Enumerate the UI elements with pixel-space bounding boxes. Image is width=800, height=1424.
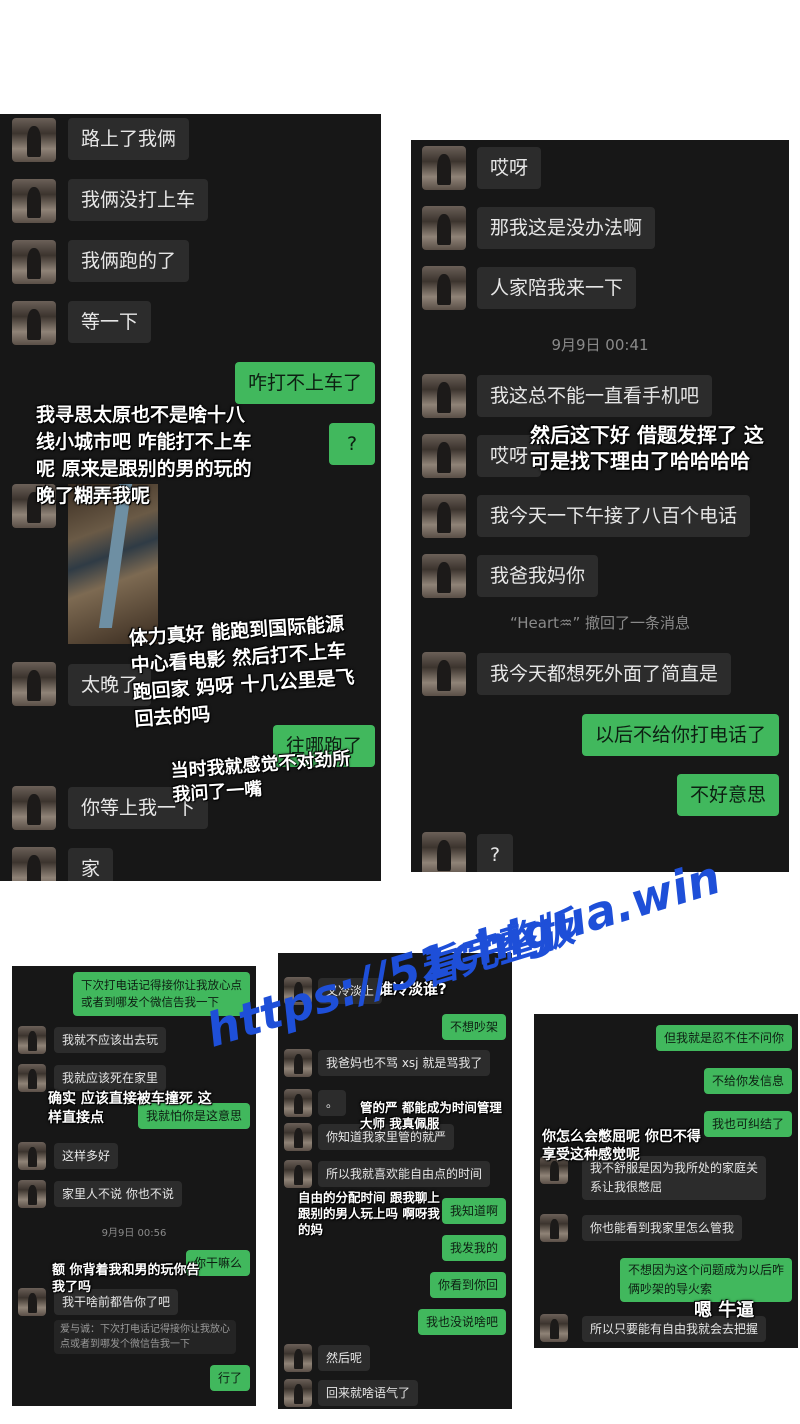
message-bubble: 我发我的	[441, 1235, 506, 1261]
avatar[interactable]	[12, 240, 56, 284]
avatar[interactable]	[284, 1089, 312, 1117]
avatar[interactable]	[284, 1379, 312, 1407]
message-bubble: 我知道啊	[441, 1198, 506, 1224]
caption-overlay: 额 你背着我和男的玩你告 我了吗	[52, 1263, 200, 1295]
message-bubble: 行了	[209, 1365, 250, 1391]
message-bubble: 这样多好	[54, 1143, 119, 1169]
avatar[interactable]	[422, 554, 466, 598]
message-bubble: 路上了我俩	[68, 118, 190, 160]
message-bubble: 我也没说啥吧	[417, 1309, 506, 1335]
avatar[interactable]	[422, 146, 466, 190]
avatar[interactable]	[422, 266, 466, 310]
message-bubble: 家	[68, 848, 114, 881]
avatar[interactable]	[284, 1123, 312, 1151]
avatar[interactable]	[284, 1160, 312, 1188]
message-bubble: 咋打不上车了	[234, 362, 375, 404]
avatar[interactable]	[422, 652, 466, 696]
message-bubble: 我俩跑的了	[68, 240, 190, 282]
avatar[interactable]	[12, 301, 56, 345]
message-bubble: 你也能看到我家里怎么管我	[582, 1215, 743, 1241]
caption-overlay: 管的严 都能成为时间管理 大师 我真佩服	[360, 1100, 502, 1131]
message-bubble: 我今天都想死外面了简直是	[477, 653, 732, 695]
chat-screenshot-5: 但我就是忍不住不问你 不给你发信息 我也可纠结了 我不舒服是因为我所处的家庭关 …	[534, 1014, 798, 1348]
avatar[interactable]	[18, 1288, 46, 1316]
timestamp: 9月9日 00:56	[101, 1228, 167, 1239]
message-bubble: 不想因为这个问题成为以后咋 俩吵架的导火索	[619, 1258, 792, 1302]
avatar[interactable]	[18, 1142, 46, 1170]
avatar[interactable]	[12, 118, 56, 162]
avatar[interactable]	[422, 206, 466, 250]
avatar[interactable]	[422, 374, 466, 418]
message-bubble: 我爸我妈你	[477, 555, 599, 597]
avatar[interactable]	[422, 494, 466, 538]
timestamp: 9月9日 00:41	[551, 336, 649, 354]
message-bubble: 那我这是没办法啊	[477, 207, 656, 249]
message-bubble: 我就应该死在家里	[54, 1065, 167, 1091]
avatar[interactable]	[12, 179, 56, 223]
avatar[interactable]	[12, 847, 56, 881]
avatar[interactable]	[18, 1064, 46, 1092]
caption-overlay: 我寻思太原也不是啥十八 线小城市吧 咋能打不上车 呢 原来是跟别的男的玩的 晚了…	[36, 404, 252, 507]
avatar[interactable]	[284, 1049, 312, 1077]
message-bubble: 不好意思	[676, 774, 779, 816]
avatar[interactable]	[422, 832, 466, 872]
message-bubble: 然后呢	[318, 1345, 371, 1371]
message-bubble: 家里人不说 你也不说	[54, 1181, 182, 1207]
caption-overlay: 体力真好 能跑到国际能源 中心看电影 然后打不上车 跑回家 妈呀 十几公里是飞 …	[128, 612, 356, 731]
caption-overlay: 你怎么会憋屈呢 你巴不得 享受这种感觉呢	[542, 1129, 701, 1163]
message-bubble: 我今天一下午接了八百个电话	[477, 495, 751, 537]
avatar[interactable]	[284, 1344, 312, 1372]
caption-overlay: 然后这下好 借题发挥了 这 可是找下理由了哈哈哈哈	[530, 423, 764, 473]
message-bubble: 回来就啥语气了	[318, 1380, 419, 1406]
quoted-message[interactable]: 爱与诚：下次打电话记得接你让我放心 点或者到哪发个微信告我一下	[54, 1320, 236, 1354]
message-bubble: 我爸妈也不骂 xsj 就是骂我了	[318, 1050, 491, 1076]
message-bubble: 等一下	[68, 301, 152, 343]
chat-screenshot-2: 哎呀 那我这是没办法啊 人家陪我来一下 9月9日 00:41 我这总不能一直看手…	[411, 140, 789, 872]
message-bubble: 我俩没打上车	[68, 179, 209, 221]
message-bubble: 但我就是忍不住不问你	[655, 1025, 792, 1051]
caption-overlay: 自由的分配时间 跟我聊上 跟别的男人玩上吗 啊呀我 的妈	[298, 1190, 440, 1237]
recall-notice: “Heart♒” 撤回了一条消息	[509, 614, 691, 632]
message-bubble: 我就不应该出去玩	[54, 1027, 167, 1053]
avatar[interactable]	[540, 1214, 568, 1242]
message-bubble: 所以我就喜欢能自由点的时间	[318, 1161, 491, 1187]
message-bubble: 我这总不能一直看手机吧	[477, 375, 713, 417]
avatar[interactable]	[12, 786, 56, 830]
message-bubble: 人家陪我来一下	[477, 267, 637, 309]
message-bubble: 我也可纠结了	[703, 1111, 792, 1137]
caption-overlay: 嗯 牛逼	[694, 1300, 755, 1321]
avatar[interactable]	[18, 1180, 46, 1208]
message-bubble: 以后不给你打电话了	[581, 714, 779, 756]
message-bubble: 。	[318, 1090, 347, 1116]
avatar[interactable]	[540, 1314, 568, 1342]
message-bubble: ?	[477, 834, 514, 872]
avatar[interactable]	[12, 662, 56, 706]
message-bubble: 你看到你回	[429, 1272, 506, 1298]
avatar[interactable]	[18, 1026, 46, 1054]
message-bubble: 哎呀	[477, 147, 542, 189]
caption-overlay: 确实 应该直接被车撞死 这 样直接点	[48, 1091, 212, 1126]
message-bubble: 不给你发信息	[703, 1068, 792, 1094]
avatar[interactable]	[422, 434, 466, 478]
message-bubble: 不想吵架	[441, 1014, 506, 1040]
message-bubble: ?	[329, 423, 375, 465]
